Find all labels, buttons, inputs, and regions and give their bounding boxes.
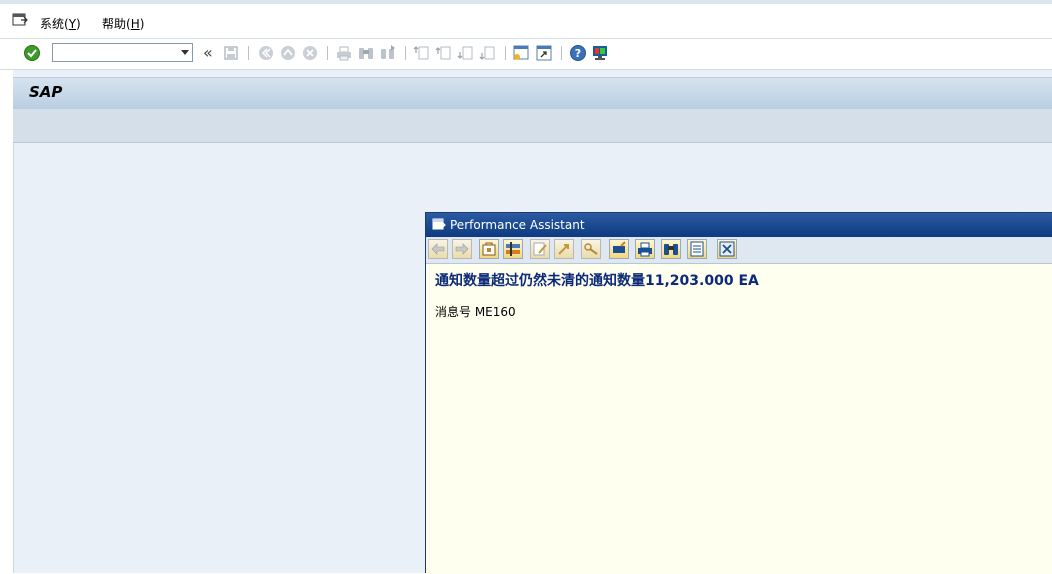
print-icon[interactable]: [635, 239, 655, 259]
find-next-icon[interactable]: [379, 44, 397, 62]
menu-window-icon[interactable]: [12, 13, 28, 27]
forward-arrow-icon[interactable]: [452, 239, 472, 259]
toolbar-separator: [505, 46, 506, 60]
left-edge: [0, 70, 13, 573]
dialog-title: Performance Assistant: [450, 218, 585, 232]
technical-info-icon[interactable]: [479, 239, 499, 259]
find-icon[interactable]: [661, 239, 681, 259]
last-page-icon[interactable]: [479, 44, 497, 62]
close-icon[interactable]: [717, 239, 737, 259]
svg-text:?: ?: [575, 47, 581, 60]
help-icon[interactable]: ?: [569, 44, 587, 62]
command-field[interactable]: [52, 43, 193, 62]
toolbar-separator: [405, 46, 406, 60]
key-icon[interactable]: [581, 239, 601, 259]
previous-page-icon[interactable]: [435, 44, 453, 62]
toolbar-separator: [327, 46, 328, 60]
menu-system[interactable]: 系统(Y): [40, 15, 81, 32]
create-session-icon[interactable]: [512, 44, 530, 62]
cancel-icon[interactable]: [301, 44, 319, 62]
back-arrow-icon[interactable]: [428, 239, 448, 259]
message-number: 消息号 ME160: [435, 305, 516, 319]
standard-toolbar: « ?: [0, 39, 1052, 70]
dialog-title-bar[interactable]: Performance Assistant: [426, 213, 1052, 237]
exit-icon[interactable]: [279, 44, 297, 62]
screen-title-bar: SAP: [13, 77, 1052, 109]
chevron-down-icon[interactable]: [181, 50, 189, 55]
save-icon[interactable]: [222, 44, 240, 62]
enter-check-icon[interactable]: [23, 44, 41, 62]
toolbar-separator: [561, 46, 562, 60]
first-page-icon[interactable]: [413, 44, 431, 62]
print-icon[interactable]: [335, 44, 353, 62]
generate-shortcut-icon[interactable]: [535, 44, 553, 62]
toolbar-separator: [248, 46, 249, 60]
customize-layout-icon[interactable]: [591, 44, 609, 62]
find-icon[interactable]: [357, 44, 375, 62]
menu-help[interactable]: 帮助(H): [102, 15, 144, 32]
display-icon[interactable]: [609, 239, 629, 259]
application-toolbar: [13, 109, 1052, 143]
settings-icon[interactable]: [503, 239, 523, 259]
error-message: 通知数量超过仍然未清的通知数量11,203.000 EA: [435, 273, 759, 289]
link-icon[interactable]: [554, 239, 574, 259]
expand-command-field-icon[interactable]: «: [203, 43, 213, 62]
page-title: SAP: [29, 83, 63, 101]
edit-icon[interactable]: [530, 239, 550, 259]
back-icon[interactable]: [257, 44, 275, 62]
performance-assistant-dialog: Performance Assistant 通知数量超过仍然未清的通知数量11,…: [425, 212, 1052, 574]
dialog-toolbar: [426, 237, 1052, 264]
document-icon[interactable]: [687, 239, 707, 259]
next-page-icon[interactable]: [457, 44, 475, 62]
menu-bar: 系统(Y) 帮助(H): [0, 4, 1052, 39]
dialog-content: 通知数量超过仍然未清的通知数量11,203.000 EA 消息号 ME160: [426, 264, 1052, 574]
dialog-window-icon: [432, 218, 446, 231]
